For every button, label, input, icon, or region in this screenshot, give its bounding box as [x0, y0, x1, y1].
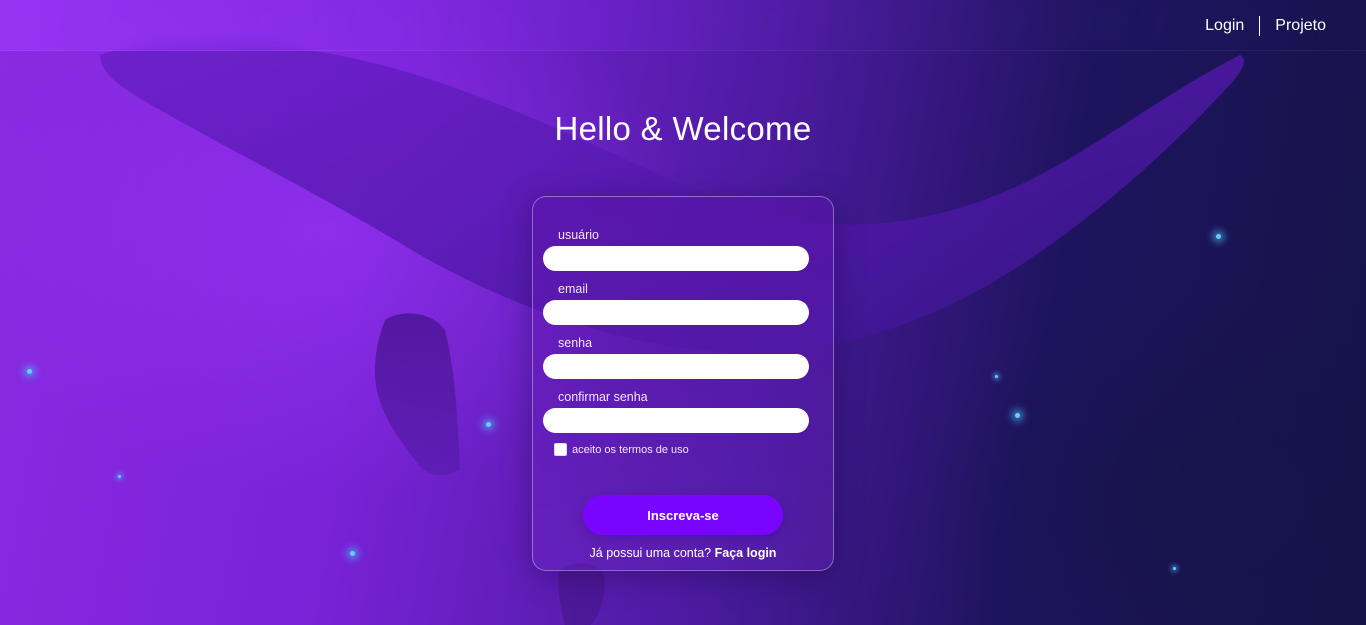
username-label: usuário: [558, 228, 599, 242]
glow-particle: [995, 375, 998, 378]
signup-button[interactable]: Inscreva-se: [583, 495, 783, 535]
terms-label: aceito os termos de uso: [572, 443, 689, 456]
glow-particle: [1015, 413, 1020, 418]
password-label: senha: [558, 336, 593, 350]
confirm-password-label: confirmar senha: [558, 390, 648, 404]
confirm-password-input[interactable]: [543, 408, 809, 433]
page-title: Hello & Welcome: [554, 110, 812, 147]
signup-card: usuário email senha confirmar senha acei…: [532, 196, 834, 571]
have-account-text: Já possui uma conta?: [589, 546, 712, 560]
email-label: email: [558, 282, 588, 296]
terms-row: aceito os termos de uso: [554, 443, 689, 456]
glow-particle: [118, 475, 121, 478]
glow-particle: [350, 551, 355, 556]
glow-particle: [1173, 567, 1176, 570]
nav-login-link[interactable]: Login: [1205, 17, 1244, 35]
top-nav: Login Projeto: [1205, 16, 1326, 36]
terms-checkbox[interactable]: [554, 443, 567, 456]
glow-particle: [27, 369, 32, 374]
password-input[interactable]: [543, 354, 809, 379]
nav-separator: [1259, 16, 1261, 36]
login-link[interactable]: Faça login: [715, 546, 777, 560]
nav-project-link[interactable]: Projeto: [1275, 17, 1326, 35]
email-input[interactable]: [543, 300, 809, 325]
top-navigation-bar: Login Projeto: [0, 0, 1366, 51]
username-input[interactable]: [543, 246, 809, 271]
glow-particle: [486, 422, 491, 427]
have-account-line: Já possui uma conta? Faça login: [533, 546, 833, 560]
glow-particle: [1216, 234, 1221, 239]
